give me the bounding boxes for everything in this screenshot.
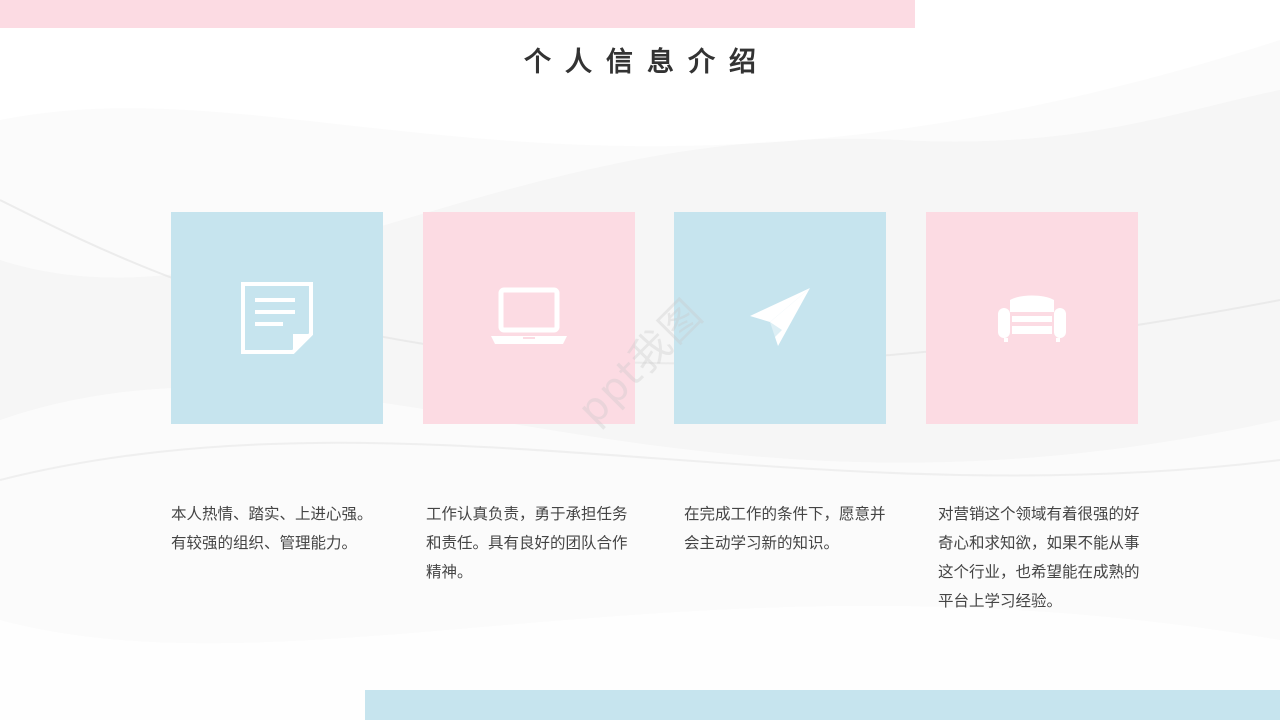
document-icon — [241, 282, 313, 354]
card-marketing — [926, 212, 1138, 424]
card-learning — [674, 212, 886, 424]
laptop-icon — [489, 286, 569, 350]
card-marketing-text: 对营销这个领域有着很强的好奇心和求知欲，如果不能从事这个行业，也希望能在成熟的平… — [938, 505, 1140, 610]
paper-plane-icon — [748, 286, 812, 350]
card-responsibility-text: 工作认真负责，勇于承担任务和责任。具有良好的团队合作精神。 — [426, 505, 628, 581]
bottom-accent-bar — [365, 690, 1280, 720]
card-personality — [171, 212, 383, 424]
card-learning-text: 在完成工作的条件下，愿意并会主动学习新的知识。 — [684, 505, 886, 552]
top-accent-bar — [0, 0, 915, 28]
sofa-icon — [996, 294, 1068, 342]
card-responsibility — [423, 212, 635, 424]
page-title: 个人信息介绍 — [524, 47, 770, 78]
card-personality-text: 本人热情、踏实、上进心强。有较强的组织、管理能力。 — [171, 505, 373, 552]
